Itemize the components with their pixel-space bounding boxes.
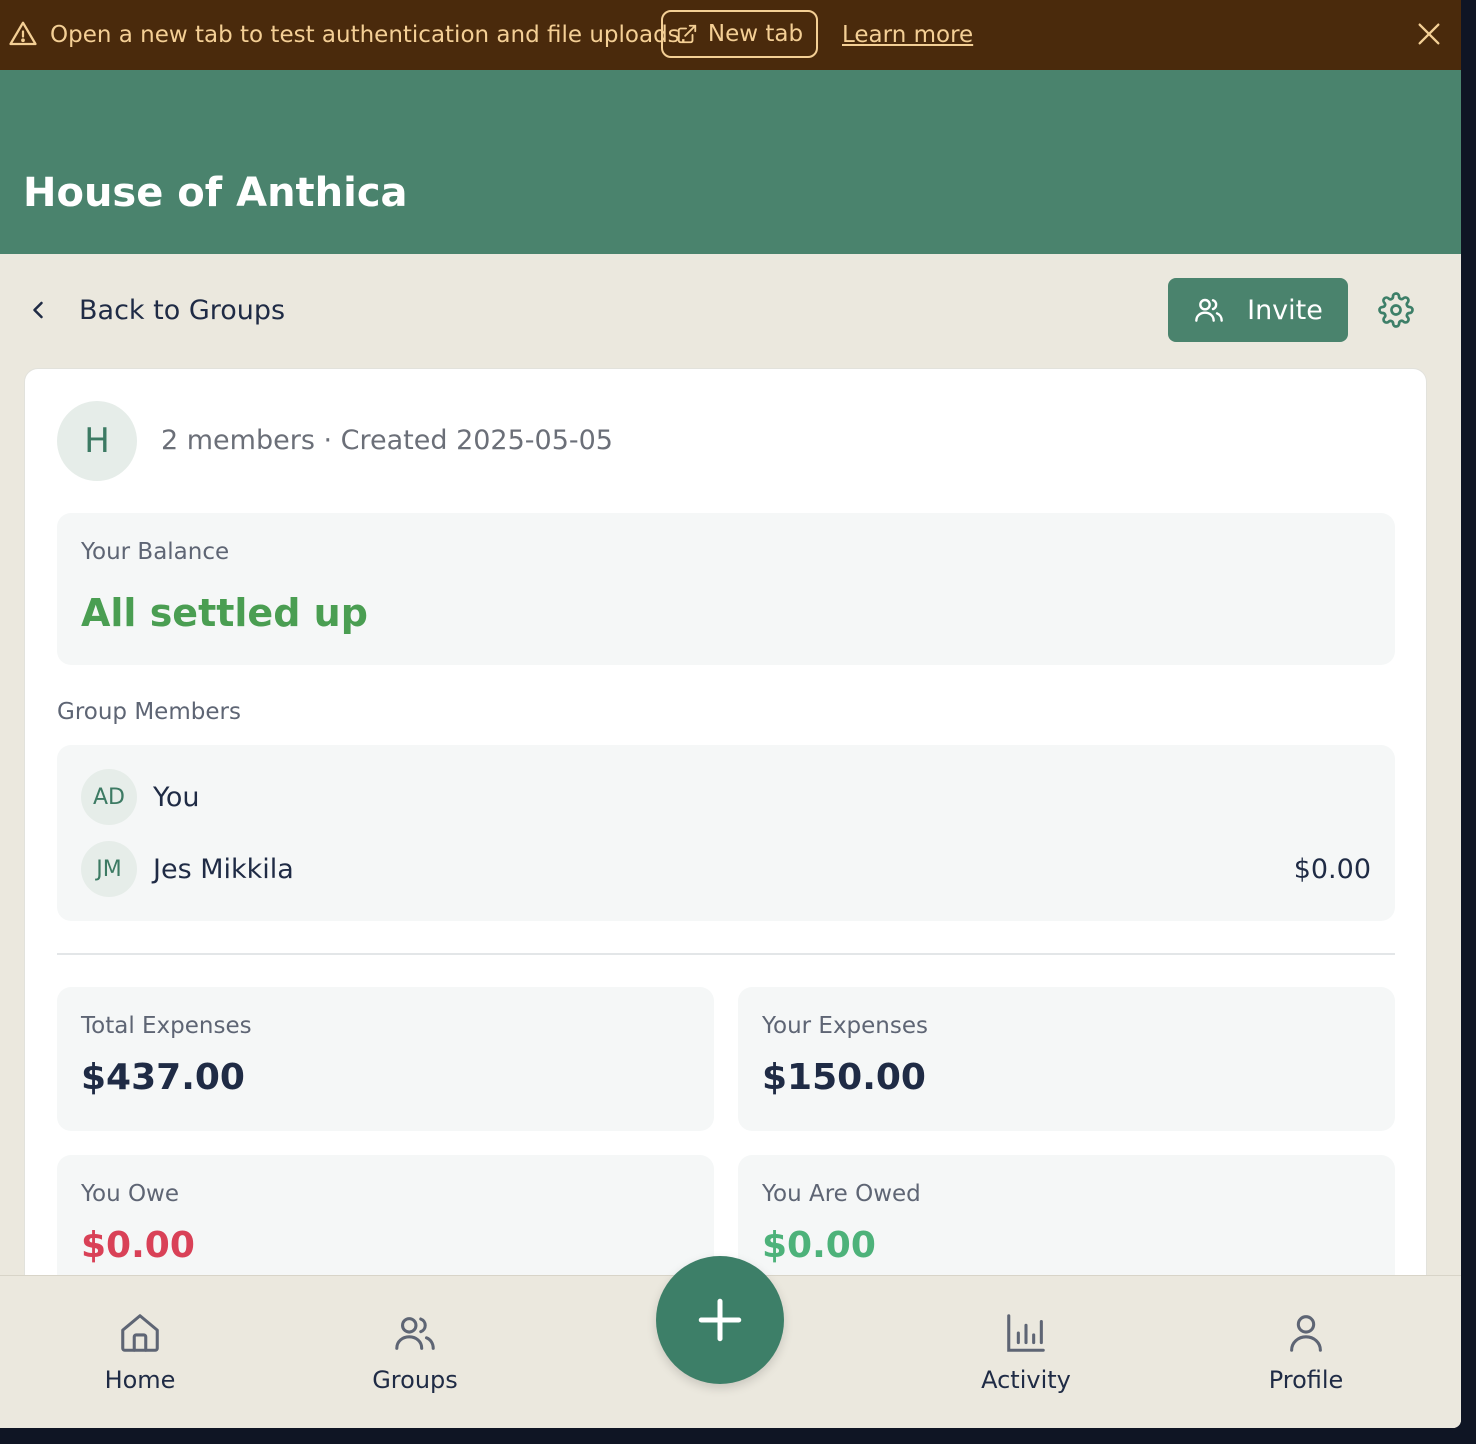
notice-banner: Open a new tab to test authentication an…	[0, 0, 1461, 70]
members-list: AD You JM Jes Mikkila $0.00	[57, 745, 1395, 921]
nav-profile[interactable]: Profile	[1206, 1276, 1406, 1428]
group-meta: 2 members · Created 2025-05-05	[161, 425, 613, 456]
users-icon	[395, 1317, 435, 1350]
settings-gear-icon[interactable]	[1378, 292, 1414, 328]
member-avatar: AD	[81, 769, 137, 825]
nav-activity-label: Activity	[981, 1366, 1071, 1394]
bar-chart-icon	[1007, 1314, 1045, 1352]
you-owe-value: $0.00	[81, 1225, 195, 1266]
plus-icon	[698, 1298, 742, 1342]
add-expense-button[interactable]	[656, 1256, 784, 1384]
close-icon[interactable]	[1415, 20, 1443, 48]
banner-message: Open a new tab to test authentication an…	[50, 22, 687, 48]
back-label: Back to Groups	[79, 294, 286, 326]
nav-activity[interactable]: Activity	[926, 1276, 1126, 1428]
balance-label: Your Balance	[81, 539, 230, 565]
learn-more-link[interactable]: Learn more	[842, 0, 973, 70]
app-window: Open a new tab to test authentication an…	[0, 0, 1461, 1428]
invite-label: Invite	[1247, 294, 1323, 326]
you-owe-label: You Owe	[81, 1181, 180, 1207]
total-expenses-value: $437.00	[81, 1057, 245, 1098]
nav-home-label: Home	[104, 1366, 176, 1394]
invite-button[interactable]: Invite	[1168, 278, 1348, 342]
member-amount: $0.00	[1293, 853, 1371, 885]
group-card: H 2 members · Created 2025-05-05 Your Ba…	[24, 368, 1427, 1368]
total-expenses-card: Total Expenses $437.00	[57, 987, 714, 1131]
nav-home[interactable]: Home	[40, 1276, 240, 1428]
nav-groups-label: Groups	[372, 1366, 458, 1394]
external-link-icon	[677, 24, 697, 44]
new-tab-label: New tab	[707, 21, 804, 47]
you-are-owed-label: You Are Owed	[762, 1181, 921, 1207]
new-tab-button[interactable]: New tab	[661, 10, 818, 58]
page-header: House of Anthica	[0, 70, 1461, 254]
users-icon	[1195, 298, 1223, 322]
balance-value: All settled up	[81, 591, 368, 635]
warning-icon	[9, 21, 37, 46]
member-avatar: JM	[81, 841, 137, 897]
member-row[interactable]: AD You	[81, 769, 1371, 825]
back-to-groups-button[interactable]: Back to Groups	[24, 286, 285, 334]
home-icon	[121, 1314, 159, 1352]
your-expenses-value: $150.00	[762, 1057, 926, 1098]
section-divider	[57, 953, 1395, 955]
member-name: Jes Mikkila	[153, 853, 294, 885]
your-expenses-label: Your Expenses	[762, 1013, 928, 1039]
group-avatar: H	[57, 401, 137, 481]
member-row[interactable]: JM Jes Mikkila $0.00	[81, 841, 1371, 897]
your-expenses-card: Your Expenses $150.00	[738, 987, 1395, 1131]
group-members-title: Group Members	[57, 699, 241, 725]
chevron-left-icon	[33, 301, 43, 319]
page-title: House of Anthica	[23, 170, 408, 216]
member-name: You	[153, 781, 200, 813]
you-are-owed-value: $0.00	[762, 1225, 876, 1266]
total-expenses-label: Total Expenses	[81, 1013, 252, 1039]
balance-panel: Your Balance All settled up	[57, 513, 1395, 665]
nav-profile-label: Profile	[1268, 1366, 1344, 1394]
user-icon	[1290, 1315, 1322, 1352]
nav-groups[interactable]: Groups	[315, 1276, 515, 1428]
